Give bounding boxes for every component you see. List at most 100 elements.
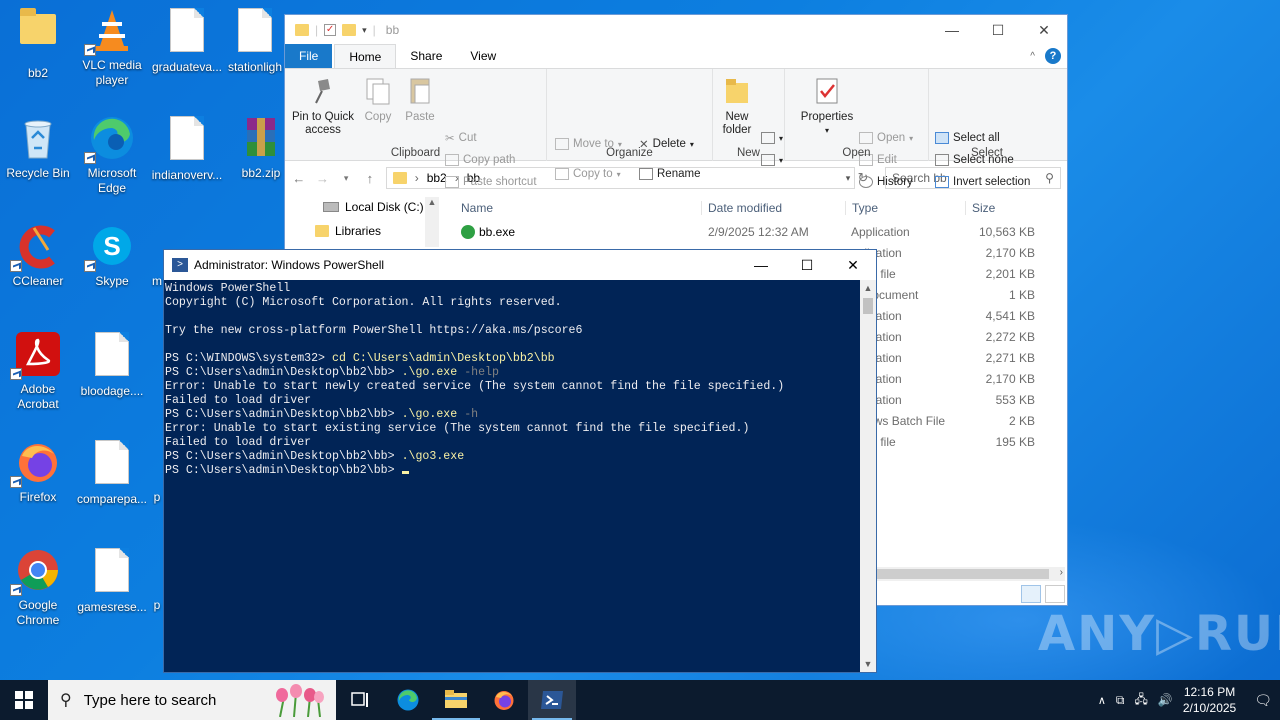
console-line: PS C:\Users\admin\Desktop\bb2\bb> .\go.e… (165, 408, 479, 421)
address-dropdown-icon[interactable]: ▾ (846, 173, 855, 184)
properties-icon (812, 75, 842, 107)
document-icon (231, 8, 279, 56)
taskbar-edge-button[interactable] (384, 680, 432, 720)
breadcrumb-bb2[interactable]: bb2 (427, 171, 447, 185)
document-icon (88, 440, 136, 488)
desktop-icon-skype[interactable]: S Skype (74, 222, 150, 289)
column-size[interactable]: Size (965, 201, 1039, 215)
scroll-up-icon[interactable]: ▲ (860, 280, 876, 296)
large-icons-view-icon[interactable] (1045, 585, 1065, 603)
clock[interactable]: 12:16 PM 2/10/2025 (1183, 684, 1236, 716)
nav-scrollbar[interactable]: ▲ (425, 197, 439, 247)
powershell-titlebar[interactable]: > Administrator: Windows PowerShell — ☐ … (164, 250, 876, 280)
desktop-icon-adobe-acrobat[interactable]: Adobe Acrobat (0, 330, 76, 412)
console-line: PS C:\WINDOWS\system32> cd C:\Users\admi… (165, 352, 555, 365)
column-name[interactable]: Name (441, 201, 701, 215)
taskbar-powershell-button[interactable] (528, 680, 576, 720)
taskbar-firefox-button[interactable] (480, 680, 528, 720)
properties-button[interactable]: Properties ▾ (799, 75, 855, 137)
svg-text:S: S (103, 231, 120, 261)
desktop-icon-bb2[interactable]: bb2 (0, 6, 76, 81)
console-line: PS C:\Users\admin\Desktop\bb2\bb> .\go.e… (165, 366, 499, 379)
network-icon[interactable]: 🖧 (1134, 690, 1147, 711)
desktop-icon-ccleaner[interactable]: CCleaner (0, 222, 76, 289)
invert-selection-button[interactable]: Invert selection (935, 173, 1030, 191)
copy-button[interactable]: Copy (359, 75, 397, 124)
explorer-titlebar[interactable]: | ✓ ▾ | bb — ☐ ✕ (285, 15, 1067, 45)
desktop-icon-firefox[interactable]: Firefox (0, 438, 76, 505)
horizontal-scrollbar[interactable]: › (877, 567, 1065, 581)
select-group-label: Select (971, 147, 1003, 159)
new-folder-icon[interactable] (342, 24, 357, 36)
copy-to-button[interactable]: Copy to ▾ (555, 165, 621, 183)
application-icon (461, 224, 475, 239)
paste-shortcut-button[interactable]: Paste shortcut (445, 173, 537, 191)
console-output[interactable]: Windows PowerShell Copyright (C) Microsof… (164, 280, 860, 672)
device-icon[interactable]: ⧉ (1116, 693, 1125, 708)
desktop-icon-indianoverv[interactable]: indianoverv... (149, 114, 225, 183)
task-view-button[interactable] (336, 680, 384, 720)
desktop-icon-stationligh[interactable]: stationligh (224, 6, 286, 75)
close-icon[interactable]: ✕ (830, 250, 876, 280)
select-all-button[interactable]: Select all (935, 129, 1000, 147)
forward-arrow-icon[interactable]: → (315, 171, 331, 186)
console-scrollbar[interactable]: ▲ ▼ (860, 280, 876, 672)
scrollbar-thumb[interactable] (877, 569, 1049, 579)
history-button[interactable]: History (859, 173, 913, 191)
scroll-down-icon[interactable]: ▼ (860, 656, 876, 672)
column-type[interactable]: Type (845, 201, 965, 215)
powershell-icon: > (172, 258, 188, 272)
desktop-icon-edge[interactable]: Microsoft Edge (74, 114, 150, 196)
maximize-icon[interactable]: ☐ (784, 250, 830, 280)
scroll-right-icon[interactable]: › (1060, 567, 1063, 578)
pin-quick-access-button[interactable]: Pin to Quick access (291, 75, 355, 137)
scrollbar-thumb[interactable] (863, 298, 873, 314)
desktop-icon-chrome[interactable]: Google Chrome (0, 546, 76, 628)
minimize-icon[interactable]: — (929, 15, 975, 45)
search-icon: ⚲ (60, 692, 72, 709)
paste-button[interactable]: Paste (401, 75, 439, 124)
desktop-icon-vlc[interactable]: VLC media player (74, 6, 150, 88)
notifications-icon[interactable]: 🗨 (1254, 692, 1272, 709)
open-button[interactable]: Open ▾ (859, 129, 913, 147)
maximize-icon[interactable]: ☐ (975, 15, 1021, 45)
cut-button[interactable]: ✂ Cut (445, 129, 477, 147)
rename-button[interactable]: Rename (639, 165, 700, 183)
new-item-button[interactable]: ▾ (761, 129, 783, 147)
document-icon (88, 548, 136, 596)
column-date[interactable]: Date modified (701, 201, 845, 215)
back-arrow-icon[interactable]: ← (291, 171, 307, 186)
show-hidden-icons-icon[interactable]: ∧ (1098, 694, 1106, 707)
taskbar-explorer-button[interactable] (432, 680, 480, 720)
up-arrow-icon[interactable]: ↑ (362, 171, 378, 186)
collapse-ribbon-icon[interactable]: ^ (1030, 51, 1035, 62)
drive-icon (323, 202, 339, 212)
powershell-window[interactable]: > Administrator: Windows PowerShell — ☐ … (163, 249, 877, 673)
desktop-icon-recycle-bin[interactable]: Recycle Bin (0, 114, 76, 181)
tab-file[interactable]: File (285, 44, 333, 68)
nav-item-libraries[interactable]: Libraries (285, 219, 439, 243)
desktop-icon-comparepa[interactable]: comparepa... (74, 438, 150, 507)
desktop-icon-gamesrese[interactable]: gamesrese... (74, 546, 150, 615)
nav-item-local-disk[interactable]: Local Disk (C:) (285, 195, 439, 219)
tab-home[interactable]: Home (334, 44, 397, 68)
firefox-icon (10, 438, 62, 488)
desktop-icon-graduateva[interactable]: graduateva... (149, 6, 225, 75)
console-prompt-line[interactable]: PS C:\Users\admin\Desktop\bb2\bb> (165, 464, 860, 478)
help-icon[interactable]: ? (1045, 48, 1061, 64)
customize-toolbar-icon[interactable]: ▾ (362, 25, 367, 36)
file-row[interactable]: bb.exe 2/9/2025 12:32 AM Application 10,… (441, 221, 1067, 242)
recent-locations-icon[interactable]: ▾ (338, 173, 354, 184)
volume-icon[interactable]: 🔊 (1158, 693, 1173, 707)
minimize-icon[interactable]: — (738, 250, 784, 280)
tab-view[interactable]: View (456, 44, 510, 68)
desktop-icon-bloodage[interactable]: bloodage.... (74, 330, 150, 399)
details-view-icon[interactable] (1021, 585, 1041, 603)
start-button[interactable] (0, 680, 48, 720)
properties-check-icon[interactable]: ✓ (324, 24, 337, 36)
taskbar-search-input[interactable]: ⚲ Type here to search (48, 680, 336, 720)
tab-share[interactable]: Share (396, 44, 456, 68)
close-icon[interactable]: ✕ (1021, 15, 1067, 45)
new-folder-button[interactable]: New folder (717, 75, 757, 137)
